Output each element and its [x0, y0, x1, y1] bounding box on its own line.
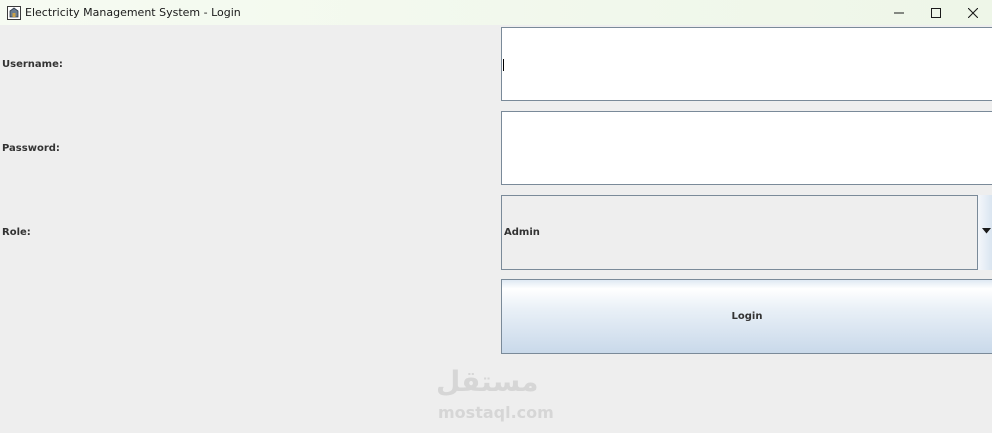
window-title: Electricity Management System - Login — [25, 6, 241, 19]
role-select[interactable]: Admin — [501, 195, 992, 270]
minimize-icon — [894, 3, 904, 22]
login-button-label: Login — [731, 311, 763, 322]
login-window: Electricity Management System - Login Us… — [0, 0, 992, 433]
password-field[interactable] — [501, 111, 992, 185]
watermark-arabic-text: مستقل — [436, 365, 539, 398]
close-button[interactable] — [954, 0, 992, 25]
maximize-icon — [931, 3, 941, 22]
login-button[interactable]: Login — [501, 279, 992, 354]
minimize-button[interactable] — [880, 0, 918, 25]
role-dropdown-button[interactable] — [977, 195, 992, 270]
watermark-latin-text: mostaql.com — [438, 403, 554, 422]
close-icon — [967, 3, 979, 22]
username-field[interactable] — [501, 27, 992, 101]
maximize-button[interactable] — [917, 0, 955, 25]
watermark-logo: مستقل mostaql.com — [420, 365, 570, 425]
login-form: Username: Password: Role: Admin Login مس… — [0, 25, 992, 433]
role-selected-value: Admin — [504, 227, 540, 238]
username-label: Username: — [2, 59, 63, 70]
java-app-icon — [7, 5, 21, 20]
password-label: Password: — [2, 143, 60, 154]
text-caret — [503, 59, 504, 71]
title-bar[interactable]: Electricity Management System - Login — [0, 0, 992, 25]
role-label: Role: — [2, 227, 31, 238]
